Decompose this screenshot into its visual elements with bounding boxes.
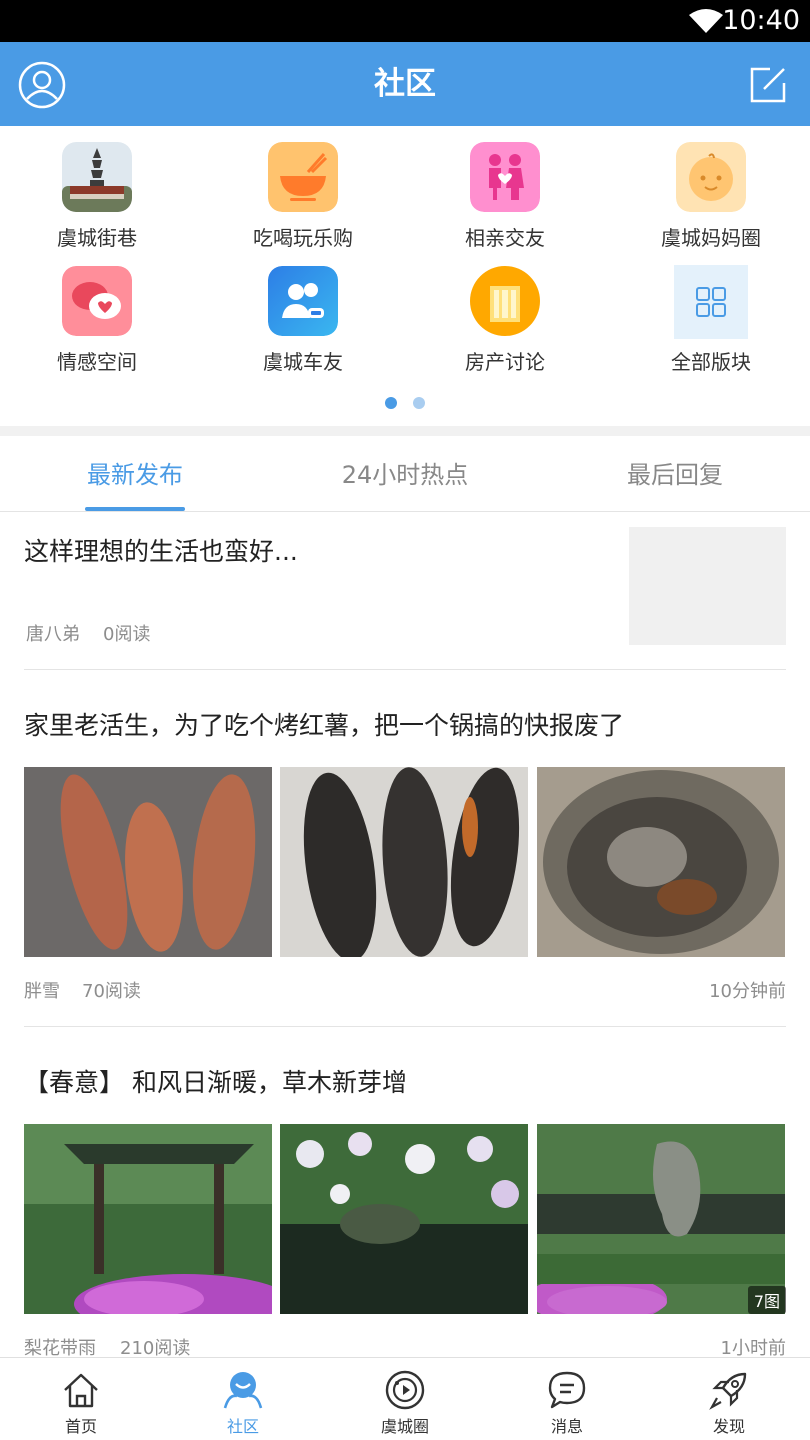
- burnt-pan-image: [537, 767, 785, 957]
- status-time: 10:40: [722, 5, 800, 36]
- bottom-nav: 首页 社区 虞城圈 消息 发现: [0, 1357, 810, 1440]
- post-title: 这样理想的生活也蛮好...: [24, 537, 298, 566]
- nav-label: 消息: [550, 1417, 583, 1436]
- post-time: 10分钟前: [709, 981, 786, 1002]
- category-label: 虞城街巷: [57, 226, 137, 250]
- category-label: 相亲交友: [465, 226, 545, 250]
- sweet-potato-raw-image: [24, 767, 272, 957]
- category-all-boards[interactable]: 全部版块: [610, 250, 810, 374]
- category-emotions[interactable]: 情感空间: [0, 250, 198, 374]
- sweet-potato-burnt-image: [280, 767, 528, 957]
- nav-home[interactable]: 首页: [0, 1358, 162, 1440]
- tab-24h-hot[interactable]: 24小时热点: [305, 436, 505, 512]
- nav-label: 发现: [712, 1417, 745, 1436]
- tab-latest[interactable]: 最新发布: [35, 436, 235, 512]
- car-friends-icon: [268, 266, 338, 336]
- category-dating[interactable]: 相亲交友: [404, 126, 606, 250]
- nav-label: 虞城圈: [380, 1417, 429, 1436]
- post-thumbnail-placeholder: [629, 527, 786, 645]
- page-dot: [413, 397, 425, 409]
- circle-icon: [385, 1370, 425, 1410]
- garden-rock-image: [537, 1124, 785, 1314]
- post-reads: 0阅读: [103, 624, 151, 645]
- category-grid: 虞城街巷 吃喝玩乐购 相亲交友 虞城妈妈圈 情感空间 虞城车友 房产讨论 全部版…: [0, 126, 810, 426]
- garden-pavilion-image: [24, 1124, 272, 1314]
- status-bar: 10:40: [0, 0, 810, 42]
- nav-discover[interactable]: 发现: [648, 1358, 810, 1440]
- page-dot-active: [385, 397, 397, 409]
- baby-face-icon: [676, 142, 746, 212]
- nav-label: 首页: [64, 1417, 97, 1436]
- post-author: 胖雪: [24, 981, 60, 1002]
- post-separator: [24, 1026, 786, 1027]
- rocket-icon: [709, 1372, 747, 1410]
- category-label: 虞城车友: [263, 350, 343, 374]
- feed-tabs: 最新发布 24小时热点 最后回复: [0, 436, 810, 512]
- category-label: 全部版块: [671, 350, 751, 374]
- post-author: 唐八弟: [26, 624, 80, 645]
- post-title: 家里老活生，为了吃个烤红薯，把一个锅搞的快报废了: [24, 711, 625, 740]
- home-icon: [64, 1373, 98, 1408]
- couple-icon: [470, 142, 540, 212]
- wifi-icon: [689, 9, 723, 33]
- app-header: 社区: [0, 42, 810, 126]
- post-reads: 70阅读: [82, 981, 141, 1002]
- community-icon: [223, 1372, 263, 1409]
- nav-yucheng-circle[interactable]: 虞城圈: [324, 1358, 486, 1440]
- image-count-badge: 7图: [747, 1286, 786, 1314]
- category-food-fun-shop[interactable]: 吃喝玩乐购: [202, 126, 404, 250]
- category-moms-circle[interactable]: 虞城妈妈圈: [610, 126, 810, 250]
- category-real-estate[interactable]: 房产讨论: [404, 250, 606, 374]
- post-separator: [24, 669, 786, 670]
- nav-community[interactable]: 社区: [162, 1358, 324, 1440]
- compose-button[interactable]: [748, 65, 788, 105]
- building-icon: [470, 266, 540, 336]
- category-yucheng-streets[interactable]: 虞城街巷: [0, 126, 198, 250]
- category-label: 房产讨论: [465, 350, 545, 374]
- tab-last-reply[interactable]: 最后回复: [575, 436, 775, 512]
- category-label: 情感空间: [57, 350, 137, 374]
- category-car-friends[interactable]: 虞城车友: [202, 250, 404, 374]
- tab-indicator: [85, 507, 185, 511]
- category-label: 吃喝玩乐购: [253, 226, 353, 250]
- food-bowl-icon: [268, 142, 338, 212]
- category-label: 虞城妈妈圈: [661, 226, 761, 250]
- message-icon: [548, 1371, 586, 1409]
- nav-label: 社区: [226, 1417, 259, 1436]
- pagoda-photo-icon: [62, 142, 132, 212]
- heart-chat-icon: [62, 266, 132, 336]
- page-indicator: [0, 394, 810, 409]
- post-title: 【春意】 和风日渐暖，草木新芽增: [24, 1068, 407, 1097]
- page-title: 社区: [374, 66, 436, 102]
- blossom-pond-image: [280, 1124, 528, 1314]
- section-divider: [0, 426, 810, 436]
- nav-messages[interactable]: 消息: [486, 1358, 648, 1440]
- grid-icon: [674, 265, 748, 339]
